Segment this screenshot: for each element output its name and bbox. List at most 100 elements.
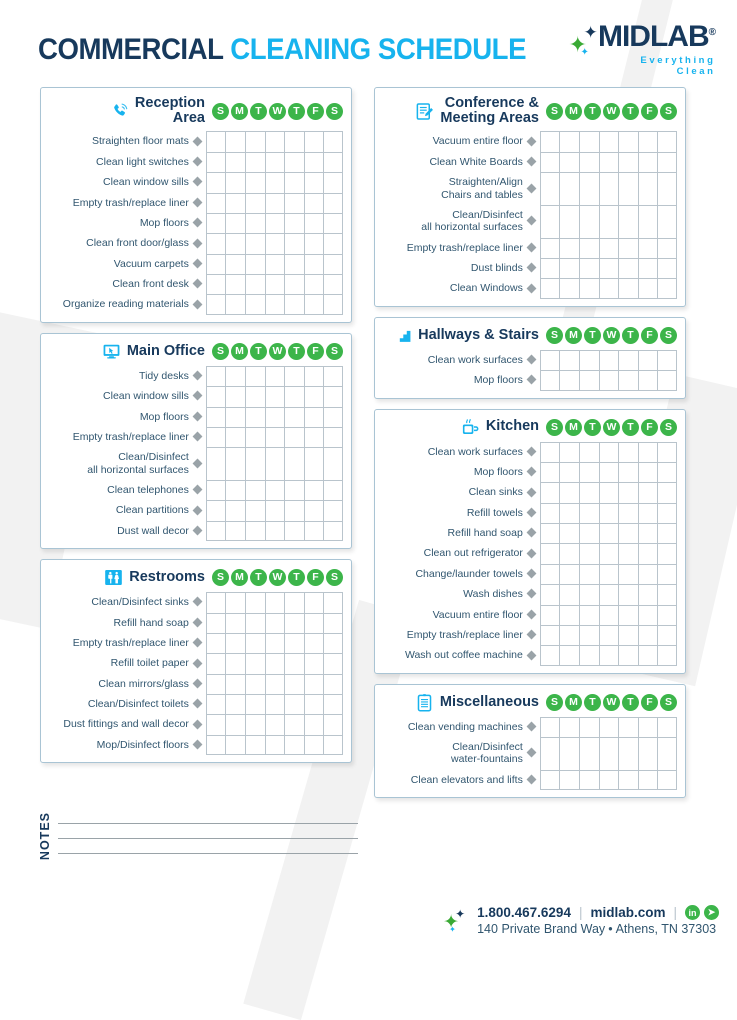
checkbox-cell-0[interactable] (539, 204, 560, 238)
checkbox-cell-4[interactable] (618, 237, 638, 259)
checkbox-cell-6[interactable] (657, 151, 677, 173)
checkbox-cell-0[interactable] (539, 131, 560, 152)
checkbox-cell-0[interactable] (205, 480, 226, 501)
checkbox-cell-5[interactable] (303, 274, 324, 295)
checkbox-cell-1[interactable] (225, 500, 246, 521)
checkbox-cell-1[interactable] (559, 769, 580, 791)
checkbox-cell-0[interactable] (539, 543, 560, 564)
checkbox-cell-1[interactable] (225, 447, 246, 481)
checkbox-cell-4[interactable] (618, 604, 638, 625)
checkbox-cell-2[interactable] (245, 714, 265, 735)
checkbox-cell-1[interactable] (225, 253, 246, 275)
checkbox-cell-4[interactable] (618, 278, 638, 299)
checkbox-cell-3[interactable] (598, 502, 619, 524)
checkbox-cell-2[interactable] (245, 480, 265, 501)
checkbox-cell-2[interactable] (245, 426, 265, 448)
checkbox-cell-2[interactable] (245, 734, 265, 756)
checkbox-cell-3[interactable] (598, 204, 619, 238)
checkbox-cell-1[interactable] (559, 604, 580, 625)
checkbox-cell-0[interactable] (205, 447, 226, 481)
checkbox-cell-5[interactable] (303, 192, 324, 213)
checkbox-cell-0[interactable] (539, 716, 560, 738)
checkbox-cell-4[interactable] (618, 716, 638, 738)
checkbox-cell-4[interactable] (284, 386, 304, 407)
checkbox-cell-6[interactable] (657, 278, 677, 299)
checkbox-cell-0[interactable] (539, 523, 560, 544)
checkbox-cell-0[interactable] (539, 482, 560, 503)
checkbox-cell-2[interactable] (579, 645, 599, 666)
checkbox-cell-4[interactable] (618, 370, 638, 391)
checkbox-cell-4[interactable] (284, 480, 304, 501)
checkbox-cell-0[interactable] (205, 673, 226, 695)
checkbox-cell-2[interactable] (245, 131, 265, 152)
checkbox-cell-5[interactable] (637, 204, 658, 238)
checkbox-cell-1[interactable] (559, 204, 580, 238)
checkbox-cell-0[interactable] (205, 274, 226, 295)
notes-writing-lines[interactable] (58, 819, 358, 854)
checkbox-cell-1[interactable] (225, 694, 246, 715)
checkbox-cell-5[interactable] (637, 523, 658, 544)
checkbox-cell-6[interactable] (323, 447, 343, 481)
checkbox-cell-1[interactable] (559, 624, 580, 646)
checkbox-cell-3[interactable] (598, 563, 619, 585)
checkbox-cell-1[interactable] (225, 172, 246, 193)
checkbox-cell-0[interactable] (539, 172, 560, 205)
checkbox-cell-1[interactable] (225, 734, 246, 756)
checkbox-cell-3[interactable] (264, 653, 285, 674)
checkbox-cell-0[interactable] (539, 461, 560, 483)
checkbox-cell-2[interactable] (579, 172, 599, 205)
checkbox-cell-3[interactable] (264, 500, 285, 521)
checkbox-cell-2[interactable] (245, 520, 265, 542)
checkbox-cell-5[interactable] (303, 172, 324, 193)
checkbox-cell-6[interactable] (323, 734, 343, 756)
checkbox-cell-6[interactable] (323, 386, 343, 407)
checkbox-cell-6[interactable] (323, 406, 343, 427)
checkbox-cell-0[interactable] (539, 370, 560, 391)
checkbox-cell-3[interactable] (264, 734, 285, 756)
checkbox-cell-0[interactable] (205, 592, 226, 613)
checkbox-cell-1[interactable] (225, 632, 246, 654)
checkbox-cell-5[interactable] (637, 258, 658, 279)
checkbox-cell-4[interactable] (618, 349, 638, 371)
checkbox-cell-4[interactable] (284, 131, 304, 152)
checkbox-cell-5[interactable] (303, 253, 324, 275)
checkbox-cell-0[interactable] (205, 172, 226, 193)
checkbox-cell-0[interactable] (539, 604, 560, 625)
checkbox-cell-6[interactable] (323, 714, 343, 735)
checkbox-cell-6[interactable] (323, 592, 343, 613)
checkbox-cell-1[interactable] (559, 349, 580, 371)
checkbox-cell-6[interactable] (323, 653, 343, 674)
checkbox-cell-4[interactable] (284, 714, 304, 735)
checkbox-cell-6[interactable] (323, 426, 343, 448)
checkbox-cell-3[interactable] (598, 584, 619, 605)
checkbox-cell-5[interactable] (303, 480, 324, 501)
checkbox-cell-6[interactable] (657, 563, 677, 585)
checkbox-cell-5[interactable] (637, 624, 658, 646)
checkbox-cell-0[interactable] (205, 426, 226, 448)
checkbox-cell-2[interactable] (245, 653, 265, 674)
checkbox-cell-0[interactable] (539, 151, 560, 173)
checkbox-cell-4[interactable] (618, 563, 638, 585)
checkbox-cell-2[interactable] (579, 204, 599, 238)
checkbox-cell-2[interactable] (245, 592, 265, 613)
checkbox-cell-0[interactable] (539, 624, 560, 646)
checkbox-cell-2[interactable] (245, 294, 265, 315)
checkbox-cell-5[interactable] (303, 694, 324, 715)
checkbox-cell-6[interactable] (323, 500, 343, 521)
checkbox-cell-4[interactable] (284, 734, 304, 756)
checkbox-cell-6[interactable] (657, 737, 677, 770)
checkbox-cell-6[interactable] (657, 370, 677, 391)
checkbox-cell-2[interactable] (579, 716, 599, 738)
checkbox-cell-3[interactable] (598, 716, 619, 738)
checkbox-cell-4[interactable] (618, 151, 638, 173)
checkbox-cell-3[interactable] (598, 441, 619, 462)
checkbox-cell-4[interactable] (618, 543, 638, 564)
linkedin-icon[interactable]: in (685, 905, 700, 920)
checkbox-cell-6[interactable] (657, 604, 677, 625)
checkbox-cell-2[interactable] (245, 500, 265, 521)
phone-number[interactable]: 1.800.467.6294 (477, 905, 571, 920)
checkbox-cell-4[interactable] (284, 673, 304, 695)
checkbox-cell-2[interactable] (579, 151, 599, 173)
checkbox-cell-4[interactable] (618, 461, 638, 483)
checkbox-cell-6[interactable] (657, 237, 677, 259)
